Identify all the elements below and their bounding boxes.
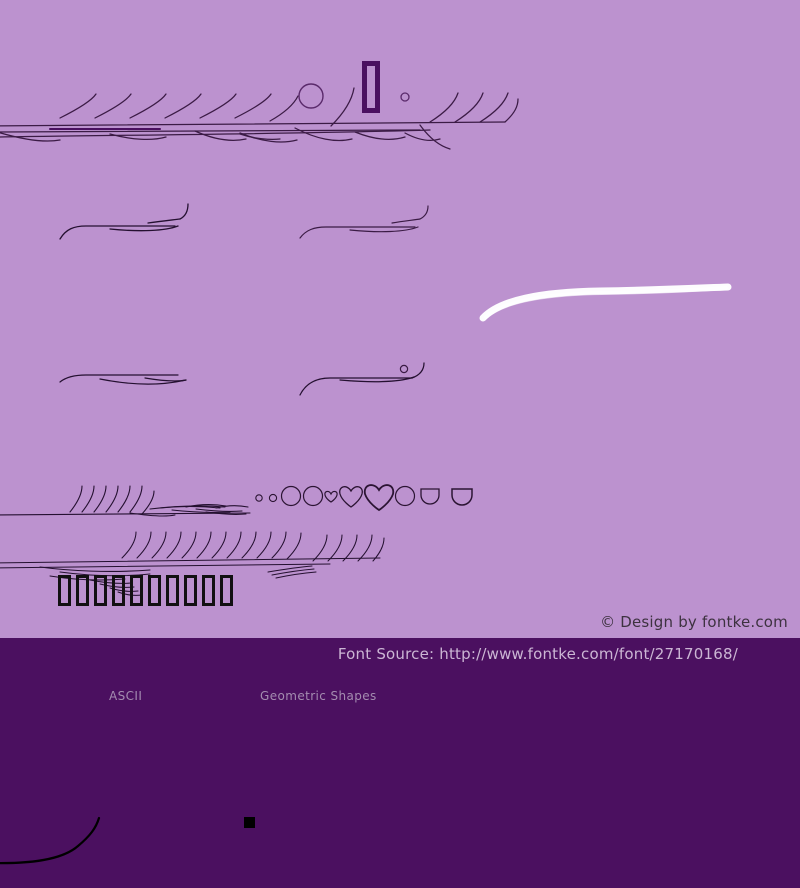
missing-glyph-box	[220, 575, 233, 606]
missing-glyph-box	[58, 575, 71, 606]
font-source-url[interactable]: Font Source: http://www.fontke.com/font/…	[338, 645, 738, 663]
copyright-credit: © Design by fontke.com	[600, 613, 788, 631]
missing-glyph-box	[94, 575, 107, 606]
light-background-band	[0, 0, 800, 638]
missing-glyph-box	[202, 575, 215, 606]
unicode-block-label-ascii: ASCII	[109, 689, 143, 703]
dark-background-band	[0, 638, 800, 888]
filled-square-glyph	[244, 817, 255, 828]
font-specimen-page: © Design by fontke.com Font Source: http…	[0, 0, 800, 888]
missing-glyph-box	[76, 575, 89, 606]
missing-glyph-box	[184, 575, 197, 606]
missing-glyph-box-row	[58, 575, 238, 606]
missing-glyph-box	[130, 575, 143, 606]
missing-glyph-box	[148, 575, 161, 606]
missing-glyph-box	[166, 575, 179, 606]
missing-glyph-box-top	[362, 61, 380, 113]
missing-glyph-box	[112, 575, 125, 606]
unicode-block-label-geometric-shapes: Geometric Shapes	[260, 689, 377, 703]
